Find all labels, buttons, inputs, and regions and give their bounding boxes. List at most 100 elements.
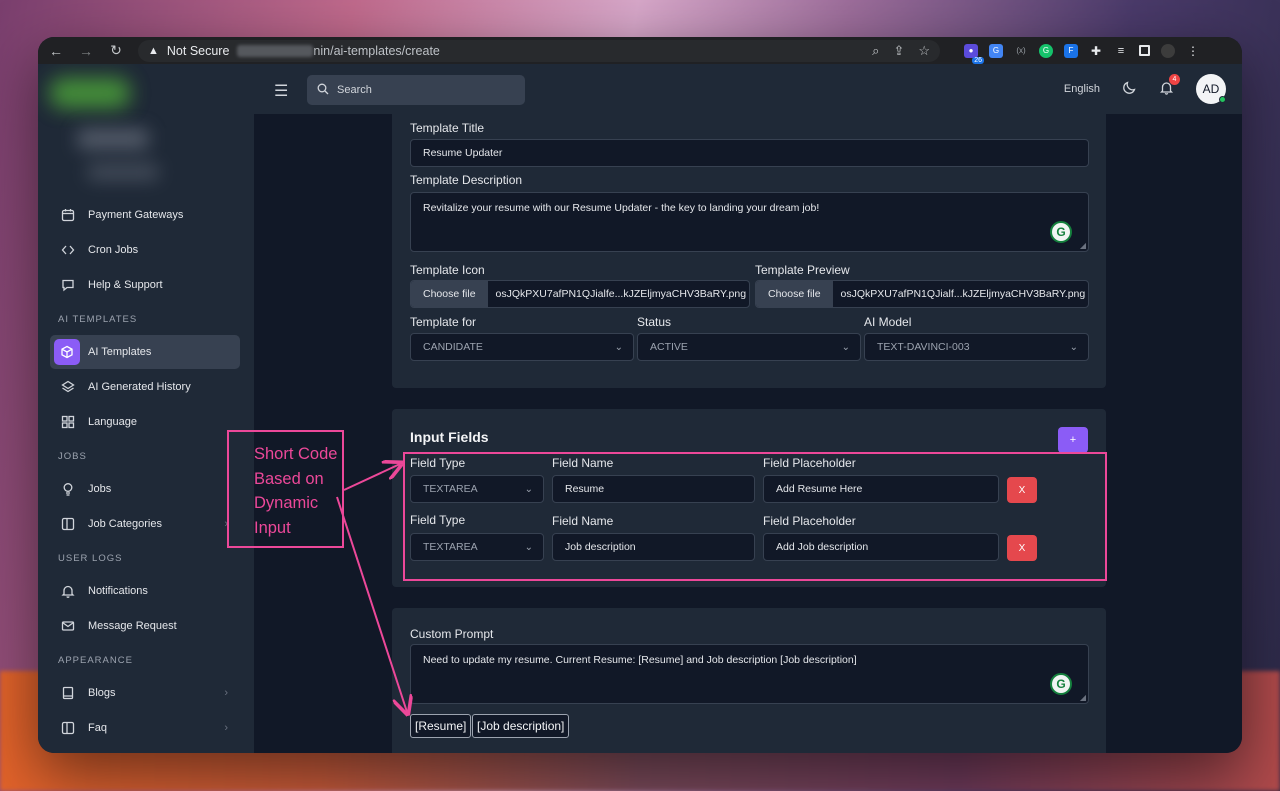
template-title-label: Template Title xyxy=(410,121,485,135)
header-actions: English 4 AD xyxy=(1064,73,1226,104)
browser-window: ← → ↻ ▲ Not Secure nin/ai-templates/crea… xyxy=(38,37,1242,753)
avatar-initials: AD xyxy=(1202,82,1220,96)
template-icon-label: Template Icon xyxy=(410,263,485,277)
sidepanel-icon[interactable] xyxy=(1139,45,1150,56)
bell-icon xyxy=(60,583,76,599)
shortcode-job-description-button[interactable]: [Job description] xyxy=(472,714,570,738)
moon-icon[interactable] xyxy=(1122,80,1137,98)
extension-icon[interactable]: ● 26 xyxy=(964,43,984,64)
template-description-label: Template Description xyxy=(410,173,523,187)
online-status-dot xyxy=(1219,96,1226,103)
ai-model-value: TEXT-DAVINCI-003 xyxy=(877,341,970,353)
code-extension-icon[interactable]: (x) xyxy=(1014,44,1028,58)
extensions-area: ● 26 G (x) G F ✚ ≡ ⋮ xyxy=(964,43,1200,64)
template-title-input[interactable]: Resume Updater xyxy=(410,139,1089,167)
share-icon[interactable]: ⇪ xyxy=(893,43,904,59)
template-for-label: Template for xyxy=(410,315,477,329)
sidebar-item-payment-gateways[interactable]: Payment Gateways xyxy=(50,198,240,232)
sidebar-section-appearance: APPEARANCE xyxy=(58,654,133,666)
main-area: ☰ Search English 4 AD Template Title Res… xyxy=(254,64,1242,753)
back-icon[interactable]: ← xyxy=(48,43,64,59)
sidebar-item-help-support[interactable]: Help & Support xyxy=(50,268,240,302)
sidebar-item-label: Payment Gateways xyxy=(88,209,184,221)
sidebar-section-user-logs: USER LOGS xyxy=(58,552,123,564)
sidebar-item-ai-templates[interactable]: AI Templates xyxy=(50,335,240,369)
book-icon xyxy=(60,685,76,701)
template-preview-choose-file-button[interactable]: Choose file xyxy=(756,281,833,307)
template-details-card: Template Title Resume Updater Template D… xyxy=(392,114,1106,388)
ai-model-label: AI Model xyxy=(864,315,912,329)
sidebar-item-label: Jobs xyxy=(88,483,112,495)
notification-bell-icon[interactable]: 4 xyxy=(1159,73,1180,99)
sidebar-item-notifications[interactable]: Notifications xyxy=(50,574,240,608)
template-icon-choose-file-button[interactable]: Choose file xyxy=(411,281,488,307)
add-field-button[interactable]: + xyxy=(1058,427,1088,453)
profile-icon[interactable] xyxy=(1161,43,1175,58)
sidebar-item-jobs[interactable]: Jobs xyxy=(50,472,240,506)
template-preview-file-input[interactable]: Choose file osJQkPXU7afPN1QJialf...kJZEl… xyxy=(755,280,1089,308)
template-preview-label: Template Preview xyxy=(755,263,850,277)
zoom-icon[interactable]: ⌕ xyxy=(872,43,879,59)
browser-toolbar: ← → ↻ ▲ Not Secure nin/ai-templates/crea… xyxy=(38,37,1242,64)
template-description-textarea[interactable]: Revitalize your resume with our Resume U… xyxy=(410,192,1089,252)
calendar-icon xyxy=(60,207,76,223)
chat-icon xyxy=(60,277,76,293)
columns-icon xyxy=(60,720,76,736)
sidebar-item-blogs[interactable]: Blogs › xyxy=(50,676,240,710)
reload-icon[interactable]: ↻ xyxy=(108,42,124,59)
sidebar-item-label: Message Request xyxy=(88,620,177,632)
chevron-down-icon: ⌄ xyxy=(841,341,850,353)
sidebar-item-label: Help & Support xyxy=(88,279,163,291)
grammarly-icon[interactable]: G xyxy=(1050,673,1072,695)
sidebar-item-language[interactable]: Language xyxy=(50,405,240,439)
sidebar-item-label: AI Generated History xyxy=(88,381,191,393)
custom-prompt-textarea[interactable]: Need to update my resume. Current Resume… xyxy=(410,644,1089,704)
language-selector[interactable]: English xyxy=(1064,83,1100,95)
avatar[interactable]: AD xyxy=(1196,74,1226,104)
shortcode-resume-button[interactable]: [Resume] xyxy=(410,714,472,738)
ai-model-select[interactable]: TEXT-DAVINCI-003 ⌄ xyxy=(864,333,1089,361)
grammarly-extension-icon[interactable]: G xyxy=(1039,43,1053,58)
translate-extension-icon[interactable]: G xyxy=(989,43,1003,58)
sidebar-item-message-request[interactable]: Message Request xyxy=(50,609,240,643)
input-fields-title: Input Fields xyxy=(410,429,489,445)
template-description-text: Revitalize your resume with our Resume U… xyxy=(423,202,820,214)
sidebar-item-ai-generated-history[interactable]: AI Generated History xyxy=(50,370,240,404)
warning-icon: ▲ xyxy=(148,44,159,57)
template-preview-file-name: osJQkPXU7afPN1QJialf...kJZEljmyaCHV3BaRY… xyxy=(840,288,1086,300)
app-header: ☰ Search English 4 AD xyxy=(254,64,1242,114)
sidebar-item-cron-jobs[interactable]: Cron Jobs xyxy=(50,233,240,267)
sidebar-item-label: AI Templates xyxy=(88,346,152,358)
menu-toggle-icon[interactable]: ☰ xyxy=(274,81,288,101)
sidebar-section-ai-templates: AI TEMPLATES xyxy=(58,313,138,325)
resize-handle-icon[interactable]: ◢ xyxy=(1080,241,1086,250)
template-for-select[interactable]: CANDIDATE ⌄ xyxy=(410,333,634,361)
template-icon-file-name: osJQkPXU7afPN1QJialfe...kJZEljmyaCHV3BaR… xyxy=(495,288,747,300)
template-icon-file-input[interactable]: Choose file osJQkPXU7afPN1QJialfe...kJZE… xyxy=(410,280,750,308)
sidebar-item-label: Cron Jobs xyxy=(88,244,139,256)
search-input[interactable]: Search xyxy=(307,75,525,105)
status-value: ACTIVE xyxy=(650,341,688,353)
grammarly-icon[interactable]: G xyxy=(1050,221,1072,243)
chevron-down-icon: ⌄ xyxy=(1069,341,1078,353)
sidebar-item-job-categories[interactable]: Job Categories › xyxy=(50,507,240,541)
annotation-line: Short Code xyxy=(254,445,338,463)
status-select[interactable]: ACTIVE ⌄ xyxy=(637,333,861,361)
forward-icon[interactable]: → xyxy=(78,43,94,59)
sidebar-nav: Payment Gateways Cron Jobs Help & Suppor… xyxy=(50,198,240,746)
resize-handle-icon[interactable]: ◢ xyxy=(1080,693,1086,702)
custom-prompt-label: Custom Prompt xyxy=(410,627,494,641)
sidebar-item-faq[interactable]: Faq › xyxy=(50,711,240,745)
reading-list-icon[interactable]: ≡ xyxy=(1114,44,1128,58)
custom-prompt-text: Need to update my resume. Current Resume… xyxy=(423,654,857,666)
app-shell: Payment Gateways Cron Jobs Help & Suppor… xyxy=(38,64,1242,753)
cube-icon xyxy=(54,339,80,365)
bookmark-star-icon[interactable]: ☆ xyxy=(918,43,930,59)
logo xyxy=(48,74,168,184)
address-bar[interactable]: ▲ Not Secure nin/ai-templates/create ⌕ ⇪… xyxy=(138,39,940,62)
mail-icon xyxy=(60,618,76,634)
kebab-menu-icon[interactable]: ⋮ xyxy=(1186,44,1200,58)
sidebar-item-label: Notifications xyxy=(88,585,148,597)
puzzle-icon[interactable]: ✚ xyxy=(1089,44,1103,58)
font-extension-icon[interactable]: F xyxy=(1064,43,1078,58)
